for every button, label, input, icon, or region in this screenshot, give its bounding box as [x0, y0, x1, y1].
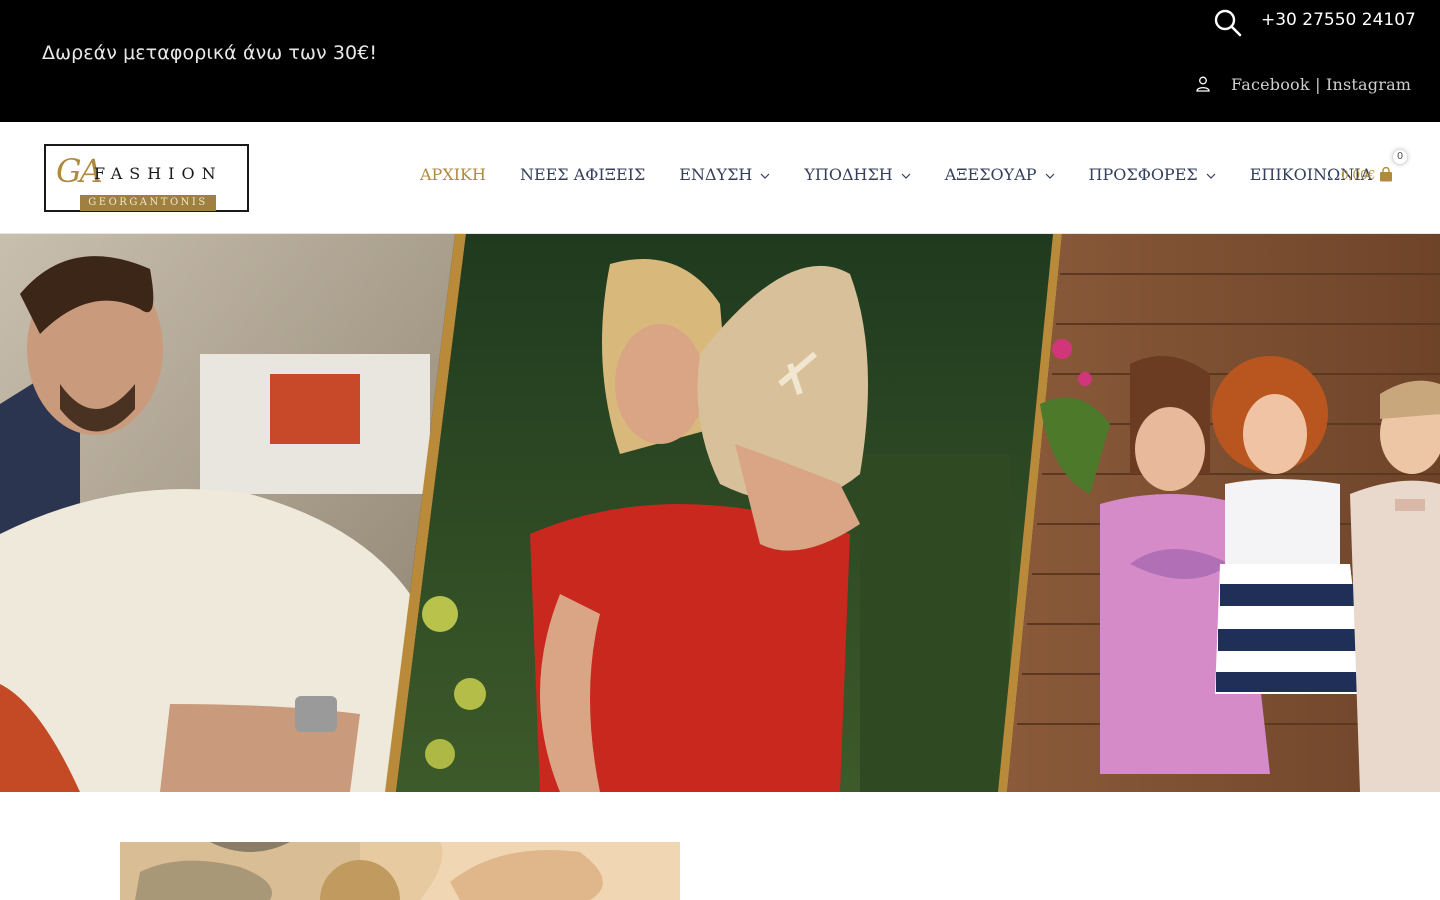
chevron-down-icon — [1206, 173, 1216, 179]
hero-panel-men[interactable] — [0, 234, 455, 792]
shopping-bag-icon — [1380, 167, 1393, 182]
logo-subtitle: GEORGANTONIS — [80, 195, 216, 211]
main-nav: ΑΡΧΙΚΗ ΝΕΕΣ ΑΦΙΞΕΙΣ ΕΝΔΥΣΗ ΥΠΟΔΗΣΗ ΑΞΕΣΟ… — [420, 165, 1406, 184]
search-icon[interactable] — [1213, 8, 1243, 38]
nav-item-accessories[interactable]: ΑΞΕΣΟΥΑΡ — [945, 165, 1055, 184]
social-links: Facebook | Instagram — [1231, 75, 1411, 94]
nav-item-home[interactable]: ΑΡΧΙΚΗ — [420, 165, 486, 184]
nav-label: ΑΡΧΙΚΗ — [420, 165, 486, 184]
cart-count-badge: 0 — [1392, 149, 1408, 165]
hero-banner[interactable] — [0, 234, 1440, 792]
free-shipping-promo: Δωρεάν μεταφορικά άνω των 30€! — [42, 42, 378, 64]
chevron-down-icon — [760, 173, 770, 179]
social-separator: | — [1309, 75, 1326, 94]
logo-fashion: FASHION — [94, 164, 223, 183]
cart-total: 0,00€ — [1341, 167, 1376, 182]
hero-collage — [0, 234, 1440, 792]
nav-label: ΕΝΔΥΣΗ — [679, 165, 753, 184]
facebook-link[interactable]: Facebook — [1231, 75, 1310, 94]
nav-item-new-arrivals[interactable]: ΝΕΕΣ ΑΦΙΞΕΙΣ — [520, 165, 645, 184]
category-banner[interactable] — [120, 842, 680, 900]
nav-label: ΑΞΕΣΟΥΑΡ — [944, 165, 1037, 184]
nav-label: ΥΠΟΔΗΣΗ — [804, 165, 893, 184]
chevron-down-icon — [1045, 173, 1054, 179]
nav-label: ΠΡΟΣΦΟΡΕΣ — [1088, 165, 1198, 184]
hero-panel-kids[interactable] — [1007, 234, 1440, 792]
user-icon[interactable] — [1196, 76, 1210, 92]
hero-panel-women[interactable] — [396, 234, 1053, 792]
phone-number[interactable]: +30 27550 24107 — [1261, 10, 1416, 30]
site-logo[interactable]: GA FASHION GEORGANTONIS — [44, 144, 249, 212]
top-bar: Δωρεάν μεταφορικά άνω των 30€! +30 27550… — [0, 0, 1440, 122]
category-banner-image — [120, 842, 680, 900]
instagram-link[interactable]: Instagram — [1326, 75, 1411, 94]
site-header: GA FASHION GEORGANTONIS ΑΡΧΙΚΗ ΝΕΕΣ ΑΦΙΞ… — [0, 122, 1440, 234]
nav-label: ΝΕΕΣ ΑΦΙΞΕΙΣ — [519, 165, 646, 184]
nav-item-shoes[interactable]: ΥΠΟΔΗΣΗ — [804, 165, 911, 184]
nav-item-offers[interactable]: ΠΡΟΣΦΟΡΕΣ — [1089, 165, 1216, 184]
nav-item-clothing[interactable]: ΕΝΔΥΣΗ — [679, 165, 770, 184]
cart-button[interactable]: 0,00€ — [1341, 167, 1393, 182]
chevron-down-icon — [901, 173, 911, 179]
